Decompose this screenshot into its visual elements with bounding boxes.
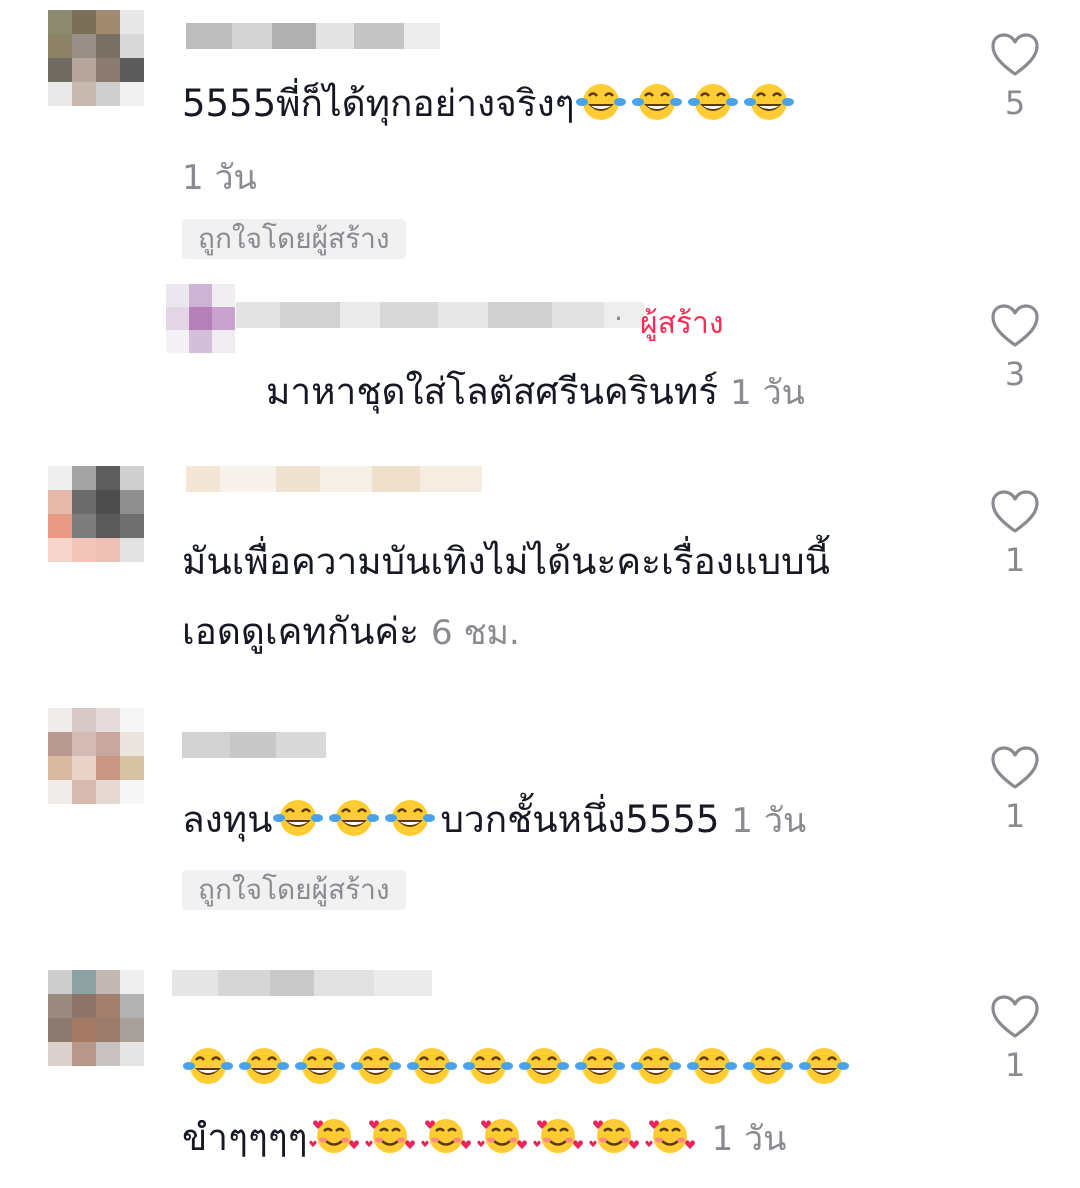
face-with-tears-of-joy-icon (350, 1046, 402, 1086)
smiling-face-with-hearts-icon (588, 1116, 640, 1156)
avatar[interactable] (48, 466, 144, 562)
liked-by-creator-badge: ถูกใจโดยผู้สร้าง (182, 870, 406, 910)
face-with-tears-of-joy-icon (294, 1046, 346, 1086)
comment-time: 6 ชม. (431, 613, 520, 653)
face-with-tears-of-joy-icon (406, 1046, 458, 1086)
avatar[interactable] (48, 970, 144, 1066)
laugh-emoji-group (575, 82, 799, 125)
face-with-tears-of-joy-icon (238, 1046, 290, 1086)
face-with-tears-of-joy-icon (272, 798, 324, 838)
comment-time: 1 วัน (731, 801, 807, 841)
face-with-tears-of-joy-icon (798, 1046, 850, 1086)
smiling-face-with-hearts-icon (644, 1116, 696, 1156)
comment-text-line-1: มันเพื่อความบันเทิงไม่ได้นะคะเรื่องแบบนี… (182, 540, 830, 583)
avatar[interactable] (166, 284, 235, 353)
smiling-face-with-hearts-icon (308, 1116, 360, 1156)
username-blurred[interactable] (182, 732, 326, 772)
like-button[interactable]: 1 (978, 994, 1052, 1084)
like-count: 1 (1004, 797, 1026, 835)
heart-outline-icon[interactable] (990, 489, 1040, 535)
like-button[interactable]: 1 (978, 489, 1052, 579)
like-count: 5 (1004, 84, 1026, 122)
smiling-face-with-hearts-icon (532, 1116, 584, 1156)
comment-text: ขำๆๆๆๆ 1 วัน (182, 1116, 787, 1159)
like-button[interactable]: 3 (978, 303, 1052, 393)
comment-text-line-2: เอดดูเคทกันค่ะ 6 ชม. (182, 610, 520, 653)
face-with-tears-of-joy-icon (687, 82, 739, 122)
smiling-face-with-hearts-icon (364, 1116, 416, 1156)
heart-outline-icon[interactable] (990, 32, 1040, 78)
comment-time: 1 วัน (711, 1119, 787, 1159)
face-with-tears-of-joy-icon (743, 82, 795, 122)
face-with-tears-of-joy-icon (518, 1046, 570, 1086)
username-blurred[interactable] (236, 302, 644, 328)
avatar[interactable] (48, 708, 144, 804)
laugh-emoji-group (182, 1046, 854, 1089)
like-button[interactable]: 5 (978, 32, 1052, 122)
comment-text: 5555พี่ก็ได้ทุกอย่างจริงๆ (182, 78, 799, 130)
comment-text: ลงทุน บวกชั้นหนึ่ง5555 1 วัน (182, 798, 807, 841)
creator-tag: ผู้สร้าง (640, 306, 724, 341)
heart-outline-icon[interactable] (990, 994, 1040, 1040)
reply-time: 1 วัน (730, 373, 805, 413)
username-blurred[interactable] (186, 23, 440, 49)
face-with-tears-of-joy-icon (742, 1046, 794, 1086)
like-count: 1 (1004, 1046, 1026, 1084)
face-with-tears-of-joy-icon (328, 798, 380, 838)
face-with-tears-of-joy-icon (462, 1046, 514, 1086)
like-button[interactable]: 1 (978, 745, 1052, 835)
heart-outline-icon[interactable] (990, 745, 1040, 791)
heart-outline-icon[interactable] (990, 303, 1040, 349)
separator-dot: · (614, 302, 623, 335)
face-with-tears-of-joy-icon (630, 1046, 682, 1086)
face-with-tears-of-joy-icon (575, 82, 627, 122)
liked-by-creator-badge: ถูกใจโดยผู้สร้าง (182, 219, 406, 259)
face-with-tears-of-joy-icon (182, 1046, 234, 1086)
laugh-emoji-group (272, 798, 440, 841)
avatar[interactable] (48, 10, 144, 106)
smiling-face-with-hearts-icon (420, 1116, 472, 1156)
username-blurred[interactable] (186, 466, 482, 512)
face-with-tears-of-joy-icon (574, 1046, 626, 1086)
face-with-tears-of-joy-icon (631, 82, 683, 122)
comment-time: 1 วัน (182, 158, 257, 198)
username-blurred[interactable] (172, 970, 432, 1018)
face-with-tears-of-joy-icon (384, 798, 436, 838)
smiling-face-with-hearts-icon (476, 1116, 528, 1156)
like-count: 3 (1004, 355, 1026, 393)
like-count: 1 (1004, 541, 1026, 579)
face-with-tears-of-joy-icon (686, 1046, 738, 1086)
emoji-line (182, 1042, 854, 1094)
reply-text: มาหาชุดใส่โลตัสศรีนครินทร์ 1 วัน (266, 370, 805, 413)
love-emoji-group (308, 1116, 700, 1159)
